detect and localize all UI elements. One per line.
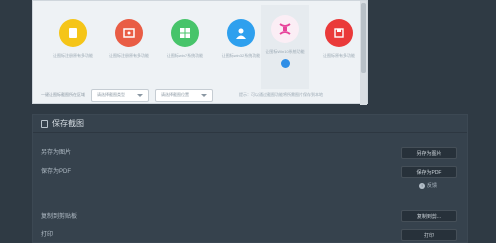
icon-item-1[interactable]: 让图标注册原有多功能 [49, 5, 97, 58]
screenshot-preview: 让图标注册原有多功能 让图标注册原有多功能 让图标win7系统功能 让图标win… [32, 0, 368, 105]
selected-indicator [280, 59, 290, 68]
icon-caption: 让图标注册原有多功能 [53, 53, 93, 58]
print-button[interactable]: 打印 [401, 229, 457, 241]
icon-caption: 让图标win7系统功能 [166, 53, 204, 58]
chevron-down-icon [137, 93, 143, 97]
icon-row: 让图标注册原有多功能 让图标注册原有多功能 让图标win7系统功能 让图标win… [33, 1, 363, 89]
row-copy-clipboard: 复制到剪贴板 [41, 214, 78, 220]
pink-screenshot-icon [271, 15, 299, 43]
controls-hint: 提示：可以通过截图功能将所需图片保存到本地 [239, 92, 323, 97]
icon-item-3[interactable]: 让图标win7系统功能 [161, 5, 209, 58]
row-print: 打印 [41, 232, 54, 238]
yellow-doc-icon [59, 19, 87, 47]
panel-title: 保存截图 [52, 119, 84, 128]
chevron-down-icon [201, 93, 207, 97]
icon-caption: 让图标注册原有多功能 [109, 53, 149, 58]
info-icon: ! [419, 182, 425, 189]
icon-item-6[interactable]: 让图标原有多功能 [315, 5, 363, 58]
save-image-button[interactable]: 另存为图片 [401, 147, 457, 159]
document-icon [41, 119, 48, 128]
windows-icon [171, 19, 199, 47]
save-pdf-button[interactable]: 保存为PDF [401, 166, 457, 178]
icon-item-2[interactable]: 让图标注册原有多功能 [105, 5, 153, 58]
icon-caption: 让图标Win10系统功能 [265, 49, 305, 54]
icon-item-4[interactable]: 让图标win32系统功能 [217, 5, 265, 58]
icon-caption: 让图标原有多功能 [323, 53, 355, 58]
preview-controls: 一键让图标截图所在区域 请选择截图类型 请选择截图位置 提示：可以通过截图功能将… [33, 85, 362, 105]
controls-label: 一键让图标截图所在区域 [41, 92, 85, 97]
blue-person-icon [227, 19, 255, 47]
select-position[interactable]: 请选择截图位置 [155, 88, 213, 102]
icon-caption: 让图标win32系统功能 [221, 53, 261, 58]
select-type[interactable]: 请选择截图类型 [91, 88, 149, 102]
row-save-pdf: 保存为PDF [41, 169, 72, 175]
panel-header: 保存截图 [33, 115, 467, 133]
copy-clipboard-button[interactable]: 复制到剪... [401, 210, 457, 222]
red-save-icon [325, 19, 353, 47]
save-screenshot-panel: 保存截图 另存为图片 另存为图片 保存为PDF 保存为PDF ! 反馈 复制到剪… [32, 114, 468, 243]
feedback-link[interactable]: ! 反馈 [419, 182, 437, 189]
icon-item-5[interactable]: 让图标Win10系统功能 [261, 5, 309, 89]
red-picture-icon [115, 19, 143, 47]
preview-scrollbar[interactable] [360, 1, 367, 105]
row-save-image: 另存为图片 [41, 150, 72, 156]
